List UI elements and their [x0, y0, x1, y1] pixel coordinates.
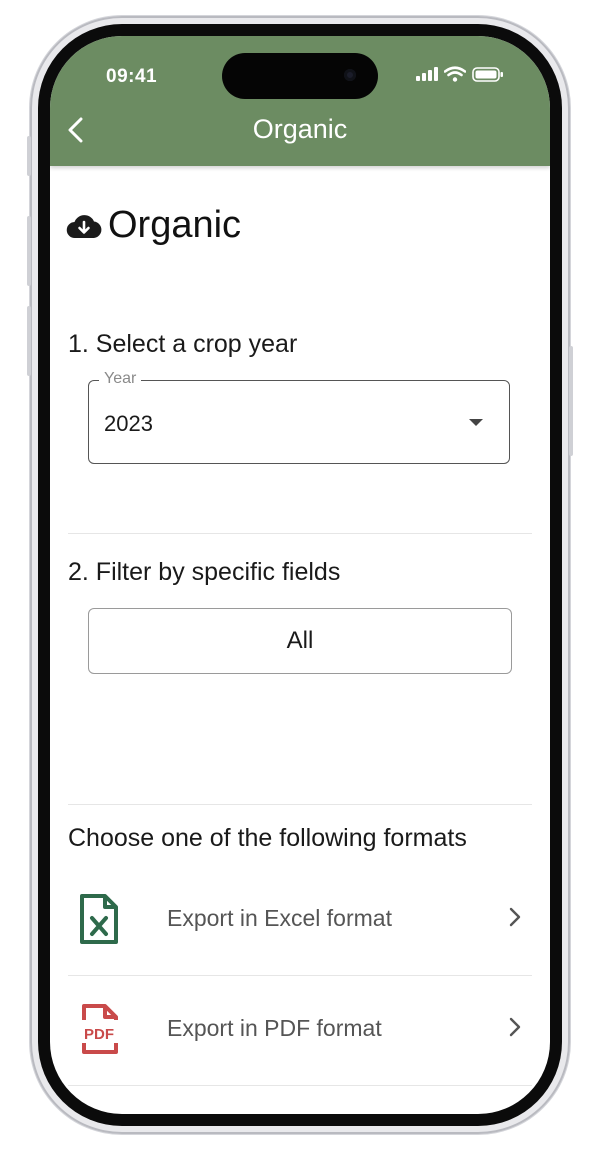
page-heading: Organic [66, 204, 241, 247]
divider [68, 804, 532, 805]
pdf-file-icon: PDF [82, 1004, 118, 1054]
wifi-icon [444, 66, 466, 82]
year-field-label: Year [99, 370, 142, 388]
divider [68, 533, 532, 534]
status-icons [416, 66, 504, 82]
year-select-value: 2023 [104, 411, 153, 436]
camera-icon [344, 69, 356, 81]
mute-switch [27, 136, 31, 176]
chevron-right-icon [509, 1017, 521, 1037]
status-time: 09:41 [106, 66, 158, 87]
svg-text:PDF: PDF [84, 1026, 114, 1043]
volume-up-button [27, 216, 31, 286]
excel-file-icon [80, 894, 118, 944]
chevron-right-icon [509, 907, 521, 927]
divider [68, 1085, 532, 1086]
year-select[interactable]: Year 2023 [88, 370, 510, 464]
fields-filter-label: 2. Filter by specific fields [68, 558, 341, 586]
divider [68, 975, 532, 976]
export-pdf-row[interactable]: PDF Export in PDF format [68, 982, 532, 1082]
export-pdf-label: Export in PDF format [167, 1015, 382, 1041]
crop-year-label: 1. Select a crop year [68, 330, 298, 358]
export-excel-row[interactable]: Export in Excel format [68, 872, 532, 972]
all-fields-button[interactable]: All [88, 608, 512, 674]
battery-icon [472, 66, 503, 82]
page-title: Organic [108, 204, 242, 246]
signal-icon [416, 67, 438, 81]
nav-header: 09:41 Organic [50, 36, 550, 166]
app-screen: 09:41 Organic Organic 1. Select a crop y… [50, 36, 550, 1114]
volume-down-button [27, 306, 31, 376]
power-button [569, 346, 573, 456]
dropdown-caret-icon [469, 419, 483, 426]
dynamic-island [222, 53, 378, 99]
cloud-download-icon [66, 214, 102, 238]
nav-title: Organic [252, 114, 348, 144]
formats-label: Choose one of the following formats [68, 824, 467, 852]
export-excel-label: Export in Excel format [167, 905, 392, 931]
